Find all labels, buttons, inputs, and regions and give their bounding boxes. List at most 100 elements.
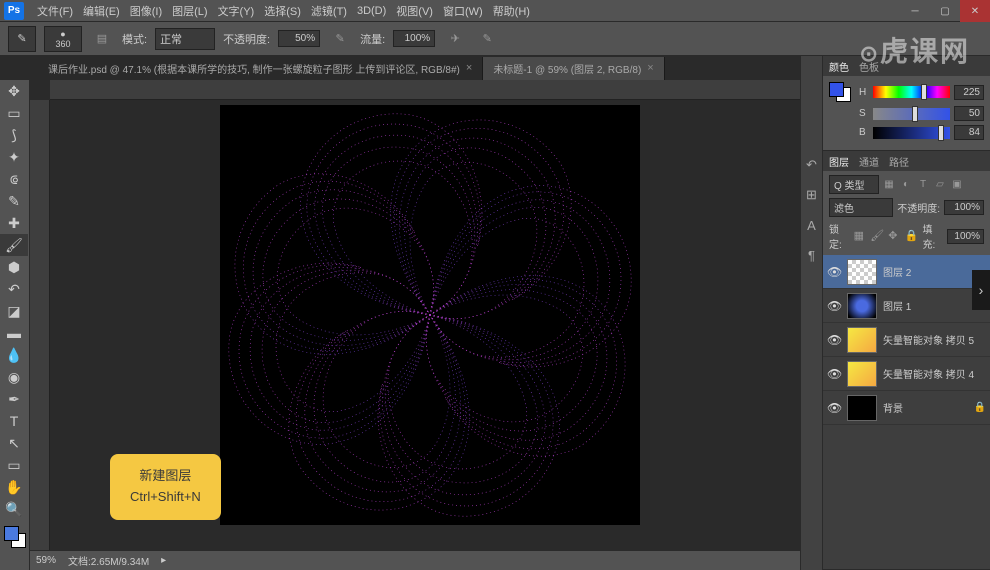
close-icon[interactable]: × <box>466 62 472 74</box>
layer-item[interactable]: 👁 矢量智能对象 拷贝 4 <box>823 357 990 391</box>
flow-input[interactable]: 100% <box>393 30 435 47</box>
layer-blend-mode[interactable]: 滤色 <box>829 198 893 217</box>
tab-channels[interactable]: 通道 <box>859 154 879 169</box>
layer-name[interactable]: 矢量智能对象 拷贝 4 <box>883 366 974 381</box>
layer-item[interactable]: 👁 图层 2 <box>823 255 990 289</box>
doc-tab-1[interactable]: 课后作业.psd @ 47.1% (根据本课所学的技巧, 制作一张螺旋粒子图形 … <box>38 57 483 80</box>
menu-filter[interactable]: 滤镜(T) <box>306 0 352 22</box>
ruler-vertical[interactable] <box>30 100 50 550</box>
color-swatch[interactable] <box>4 526 26 548</box>
menu-view[interactable]: 视图(V) <box>391 0 438 22</box>
marquee-tool[interactable]: ▭ <box>0 102 28 124</box>
eraser-tool[interactable]: ◪ <box>0 300 28 322</box>
menu-window[interactable]: 窗口(W) <box>438 0 488 22</box>
sat-slider[interactable] <box>873 108 950 120</box>
visibility-icon[interactable]: 👁 <box>827 299 841 313</box>
lock-pixel-icon[interactable]: 🖌 <box>870 229 884 243</box>
menu-file[interactable]: 文件(F) <box>32 0 78 22</box>
ruler-horizontal[interactable] <box>50 80 800 100</box>
opacity-input[interactable]: 50% <box>278 30 320 47</box>
visibility-icon[interactable]: 👁 <box>827 367 841 381</box>
tab-paths[interactable]: 路径 <box>889 154 909 169</box>
layer-thumbnail[interactable] <box>847 395 877 421</box>
close-icon[interactable]: × <box>647 62 653 74</box>
history-icon[interactable]: ↶ <box>803 156 821 174</box>
lock-transparency-icon[interactable]: ▦ <box>854 229 867 243</box>
flow-pressure-icon[interactable]: ✎ <box>475 27 499 51</box>
brush-settings-icon[interactable]: ▤ <box>90 27 114 51</box>
blur-tool[interactable]: 💧 <box>0 344 28 366</box>
type-tool[interactable]: T <box>0 410 28 432</box>
gradient-tool[interactable]: ▬ <box>0 322 28 344</box>
visibility-icon[interactable]: 👁 <box>827 333 841 347</box>
opacity-pressure-icon[interactable]: ✎ <box>328 27 352 51</box>
paragraph-icon[interactable]: ¶ <box>803 246 821 264</box>
pen-tool[interactable]: ✒ <box>0 388 28 410</box>
dodge-tool[interactable]: ◉ <box>0 366 28 388</box>
shape-tool[interactable]: ▭ <box>0 454 28 476</box>
menu-help[interactable]: 帮助(H) <box>488 0 535 22</box>
lock-all-icon[interactable]: 🔒 <box>905 229 919 243</box>
clone-stamp-tool[interactable]: ⬢ <box>0 256 28 278</box>
eyedropper-tool[interactable]: ✎ <box>0 190 28 212</box>
doc-info[interactable]: 文档:2.65M/9.34M <box>68 553 149 568</box>
menu-layer[interactable]: 图层(L) <box>167 0 212 22</box>
layer-name[interactable]: 图层 1 <box>883 298 911 313</box>
layer-opacity-input[interactable]: 100% <box>944 200 984 215</box>
crop-tool[interactable]: ⟃ <box>0 168 28 190</box>
menu-select[interactable]: 选择(S) <box>259 0 306 22</box>
expand-panel-handle[interactable]: › <box>972 270 990 310</box>
filter-smart-icon[interactable]: ▣ <box>950 178 964 192</box>
layer-item[interactable]: 👁 背景 🔒 <box>823 391 990 425</box>
history-brush-tool[interactable]: ↶ <box>0 278 28 300</box>
filter-adjust-icon[interactable]: ◐ <box>899 178 913 192</box>
layer-thumbnail[interactable] <box>847 293 877 319</box>
lasso-tool[interactable]: ⟆ <box>0 124 28 146</box>
properties-icon[interactable]: ⊞ <box>803 186 821 204</box>
tab-layers[interactable]: 图层 <box>829 154 849 169</box>
layer-name[interactable]: 背景 <box>883 400 903 415</box>
hue-value[interactable]: 225 <box>954 85 984 100</box>
move-tool[interactable]: ✥ <box>0 80 28 102</box>
hue-slider[interactable] <box>873 86 950 98</box>
lock-position-icon[interactable]: ✥ <box>888 229 901 243</box>
filter-shape-icon[interactable]: ▱ <box>933 178 947 192</box>
filter-pixel-icon[interactable]: ▦ <box>882 178 896 192</box>
window-maximize[interactable]: ▢ <box>930 0 960 22</box>
layer-item[interactable]: 👁 矢量智能对象 拷贝 5 <box>823 323 990 357</box>
tool-preset-picker[interactable]: ✎ <box>8 26 36 52</box>
fill-input[interactable]: 100% <box>947 229 984 244</box>
layer-thumbnail[interactable] <box>847 259 877 285</box>
layer-filter-kind[interactable]: Q 类型 <box>829 175 879 194</box>
bri-value[interactable]: 84 <box>954 125 984 140</box>
chevron-right-icon[interactable]: ▸ <box>161 555 166 566</box>
blend-mode-select[interactable]: 正常 <box>155 28 215 50</box>
layer-thumbnail[interactable] <box>847 327 877 353</box>
menu-image[interactable]: 图像(I) <box>125 0 167 22</box>
layer-thumbnail[interactable] <box>847 361 877 387</box>
tab-color[interactable]: 颜色 <box>829 59 849 74</box>
menu-edit[interactable]: 编辑(E) <box>78 0 125 22</box>
menu-type[interactable]: 文字(Y) <box>213 0 260 22</box>
brush-tool[interactable]: 🖌 <box>0 234 28 256</box>
panel-color-swatch[interactable] <box>829 82 851 102</box>
menu-3d[interactable]: 3D(D) <box>352 2 391 20</box>
sat-value[interactable]: 50 <box>954 106 984 121</box>
bri-slider[interactable] <box>873 127 950 139</box>
layer-name[interactable]: 矢量智能对象 拷贝 5 <box>883 332 974 347</box>
layer-item[interactable]: 👁 图层 1 <box>823 289 990 323</box>
window-minimize[interactable]: ─ <box>900 0 930 22</box>
healing-brush-tool[interactable]: ✚ <box>0 212 28 234</box>
hand-tool[interactable]: ✋ <box>0 476 28 498</box>
brush-preset-picker[interactable]: ●360 <box>44 26 82 52</box>
visibility-icon[interactable]: 👁 <box>827 401 841 415</box>
path-select-tool[interactable]: ↖ <box>0 432 28 454</box>
window-close[interactable]: ✕ <box>960 0 990 22</box>
document-canvas[interactable] <box>220 105 640 525</box>
fg-color[interactable] <box>4 526 19 541</box>
airbrush-icon[interactable]: ✈ <box>443 27 467 51</box>
zoom-level[interactable]: 59% <box>36 555 56 566</box>
character-icon[interactable]: A <box>803 216 821 234</box>
layer-name[interactable]: 图层 2 <box>883 264 911 279</box>
doc-tab-2[interactable]: 未标题-1 @ 59% (图层 2, RGB/8) × <box>483 57 664 80</box>
